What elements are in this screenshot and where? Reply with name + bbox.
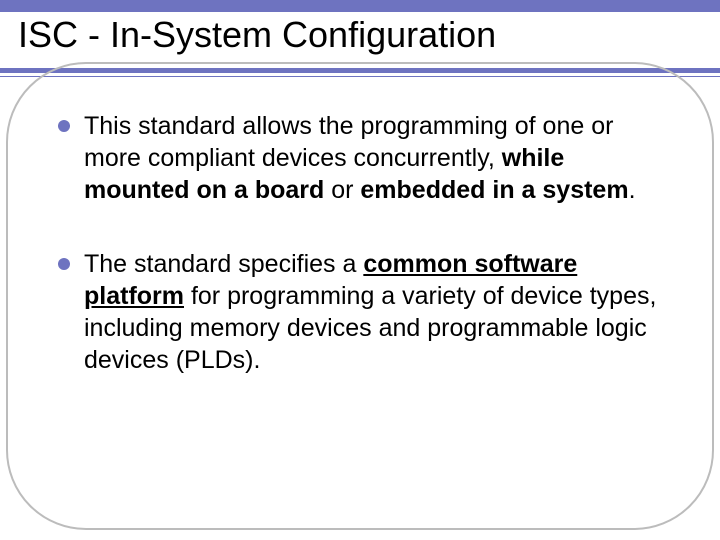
list-item: This standard allows the programming of … — [58, 110, 660, 206]
list-item: The standard specifies a common software… — [58, 248, 660, 376]
title-underline-thick — [0, 68, 720, 73]
text-segment: or — [324, 176, 360, 204]
title-underline-thin — [0, 76, 720, 77]
text-segment: . — [629, 176, 636, 204]
body-content: This standard allows the programming of … — [58, 110, 660, 418]
bullet-text: The standard specifies a common software… — [84, 248, 660, 376]
accent-top-bar — [0, 0, 720, 12]
slide-title: ISC - In-System Configuration — [18, 14, 496, 56]
bullet-icon — [58, 258, 70, 270]
text-bold: embedded in a system — [360, 176, 628, 204]
bullet-icon — [58, 120, 70, 132]
text-segment: The standard specifies a — [84, 250, 363, 278]
bullet-text: This standard allows the programming of … — [84, 110, 660, 206]
